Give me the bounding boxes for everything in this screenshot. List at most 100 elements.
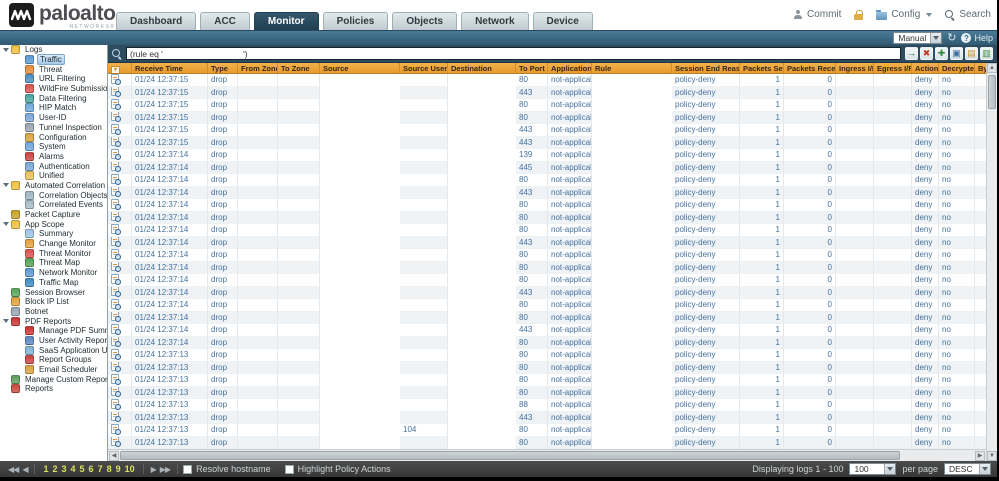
log-detail-magnifier-icon[interactable] xyxy=(111,137,119,147)
config-menu-button[interactable]: Config xyxy=(876,9,932,20)
prev-page-button[interactable]: ◀ xyxy=(22,465,27,474)
sidebar-item-packet-capture[interactable]: Packet Capture xyxy=(0,210,107,220)
table-row[interactable]: 01/24 12:37:14drop80not-applicablepolicy… xyxy=(108,174,997,187)
sidebar-item-threat-map[interactable]: Threat Map xyxy=(0,258,107,268)
column-header-from_zone[interactable]: From Zone xyxy=(238,63,278,73)
log-detail-magnifier-icon[interactable] xyxy=(111,299,119,309)
sort-order-dropdown-icon[interactable] xyxy=(979,464,990,474)
table-row[interactable]: 01/24 12:37:14drop80not-applicablepolicy… xyxy=(108,224,997,237)
column-header-packets_sent[interactable]: Packets Sent xyxy=(740,63,784,73)
table-row[interactable]: 01/24 12:37:14drop80not-applicablepolicy… xyxy=(108,337,997,350)
sidebar-item-botnet[interactable]: Botnet xyxy=(0,307,107,317)
page-number-7[interactable]: 7 xyxy=(98,464,103,474)
log-detail-magnifier-icon[interactable] xyxy=(111,399,119,409)
sidebar-item-tunnel-inspection[interactable]: Tunnel Inspection xyxy=(0,123,107,133)
column-header-source[interactable]: Source xyxy=(320,63,400,73)
vertical-scroll-thumb[interactable] xyxy=(988,75,996,109)
column-chooser-icon[interactable]: ▾ xyxy=(111,66,120,73)
page-number-1[interactable]: 1 xyxy=(43,464,48,474)
column-header-packets_received[interactable]: Packets Received xyxy=(784,63,836,73)
sidebar-item-authentication[interactable]: Authentication xyxy=(0,161,107,171)
sort-order-select[interactable]: DESC xyxy=(944,463,991,475)
log-detail-magnifier-icon[interactable] xyxy=(111,412,119,422)
sidebar-item-block-ip-list[interactable]: Block IP List xyxy=(0,297,107,307)
sidebar-item-app-scope[interactable]: App Scope xyxy=(0,219,107,229)
column-header-rule[interactable]: Rule xyxy=(592,63,672,73)
page-number-3[interactable]: 3 xyxy=(62,464,67,474)
table-row[interactable]: 01/24 12:37:13drop80not-applicablepolicy… xyxy=(108,362,997,375)
last-page-button[interactable]: ▶▶ xyxy=(160,465,170,474)
table-row[interactable]: 01/24 12:37:13drop80not-applicablepolicy… xyxy=(108,374,997,387)
log-detail-magnifier-icon[interactable] xyxy=(111,74,119,84)
sidebar-item-traffic[interactable]: Traffic xyxy=(0,55,107,65)
refresh-mode-dropdown-icon[interactable] xyxy=(930,33,941,43)
table-row[interactable]: 01/24 12:37:14drop443not-applicablepolic… xyxy=(108,324,997,337)
column-header-to_port[interactable]: To Port xyxy=(516,63,548,73)
expand-arrow-icon[interactable] xyxy=(3,183,9,187)
table-row[interactable]: 01/24 12:37:14drop80not-applicablepolicy… xyxy=(108,249,997,262)
filter-query-input[interactable] xyxy=(126,47,901,60)
table-row[interactable]: 01/24 12:37:13drop80not-applicablepolicy… xyxy=(108,349,997,362)
scroll-left-icon[interactable]: ◀ xyxy=(109,451,119,461)
column-header-egress_if[interactable]: Egress I/F xyxy=(874,63,912,73)
column-header-decrypted[interactable]: Decrypted xyxy=(939,63,975,73)
add-filter-icon[interactable]: ✚ xyxy=(935,47,948,60)
sidebar-item-user-activity-report[interactable]: User Activity Report xyxy=(0,336,107,346)
tab-device[interactable]: Device xyxy=(533,12,593,30)
column-header-detail[interactable]: ▾ xyxy=(108,63,132,73)
highlight-policy-actions-checkbox[interactable] xyxy=(285,465,294,474)
log-detail-magnifier-icon[interactable] xyxy=(111,249,119,259)
table-row[interactable]: 01/24 12:37:13drop80not-applicablepolicy… xyxy=(108,437,997,450)
log-detail-magnifier-icon[interactable] xyxy=(111,187,119,197)
table-row[interactable]: 01/24 12:37:13drop88not-applicablepolicy… xyxy=(108,399,997,412)
column-header-session_end_reason[interactable]: Session End Reason xyxy=(672,63,740,73)
expand-arrow-icon[interactable] xyxy=(3,319,9,323)
log-detail-magnifier-icon[interactable] xyxy=(111,349,119,359)
log-detail-magnifier-icon[interactable] xyxy=(111,437,119,447)
sidebar-item-configuration[interactable]: Configuration xyxy=(0,132,107,142)
table-row[interactable]: 01/24 12:37:13drop80not-applicablepolicy… xyxy=(108,387,997,400)
apply-filter-icon[interactable]: → xyxy=(905,47,918,60)
page-number-6[interactable]: 6 xyxy=(89,464,94,474)
sidebar-item-user-id[interactable]: User-ID xyxy=(0,113,107,123)
log-detail-magnifier-icon[interactable] xyxy=(111,149,119,159)
log-detail-magnifier-icon[interactable] xyxy=(111,224,119,234)
table-row[interactable]: 01/24 12:37:14drop80not-applicablepolicy… xyxy=(108,199,997,212)
sidebar-item-traffic-map[interactable]: Traffic Map xyxy=(0,278,107,288)
log-detail-magnifier-icon[interactable] xyxy=(111,124,119,134)
sidebar-item-session-browser[interactable]: Session Browser xyxy=(0,287,107,297)
table-row[interactable]: 01/24 12:37:14drop443not-applicablepolic… xyxy=(108,237,997,250)
sidebar-item-correlated-events[interactable]: Correlated Events xyxy=(0,200,107,210)
horizontal-scroll-thumb[interactable] xyxy=(120,451,900,460)
resolve-hostname-option[interactable]: Resolve hostname xyxy=(183,464,271,474)
tab-policies[interactable]: Policies xyxy=(323,12,389,30)
sidebar-item-automated-correlation-engine[interactable]: Automated Correlation Engine xyxy=(0,181,107,191)
table-row[interactable]: 01/24 12:37:14drop80not-applicablepolicy… xyxy=(108,274,997,287)
global-search-button[interactable]: Search xyxy=(945,9,991,20)
tab-monitor[interactable]: Monitor xyxy=(254,12,319,30)
sidebar-item-alarms[interactable]: Alarms xyxy=(0,152,107,162)
column-header-action[interactable]: Action xyxy=(912,63,939,73)
sidebar-item-change-monitor[interactable]: Change Monitor xyxy=(0,239,107,249)
table-row[interactable]: 01/24 12:37:14drop80not-applicablepolicy… xyxy=(108,312,997,325)
sidebar-item-saas-application-usage[interactable]: SaaS Application Usage xyxy=(0,345,107,355)
page-number-4[interactable]: 4 xyxy=(71,464,76,474)
log-detail-magnifier-icon[interactable] xyxy=(111,312,119,322)
table-row[interactable]: 01/24 12:37:15drop80not-applicablepolicy… xyxy=(108,74,997,87)
table-row[interactable]: 01/24 12:37:14drop445not-applicablepolic… xyxy=(108,162,997,175)
sidebar-item-correlation-objects[interactable]: Correlation Objects xyxy=(0,190,107,200)
log-detail-magnifier-icon[interactable] xyxy=(111,174,119,184)
scroll-down-icon[interactable]: ▼ xyxy=(987,451,997,461)
column-header-application[interactable]: Application xyxy=(548,63,592,73)
sidebar-item-system[interactable]: System xyxy=(0,142,107,152)
log-detail-magnifier-icon[interactable] xyxy=(111,212,119,222)
page-number-10[interactable]: 10 xyxy=(125,464,135,474)
log-detail-magnifier-icon[interactable] xyxy=(111,99,119,109)
next-page-button[interactable]: ▶ xyxy=(151,465,156,474)
log-detail-magnifier-icon[interactable] xyxy=(111,374,119,384)
load-filter-icon[interactable]: ▤ xyxy=(965,47,978,60)
highlight-policy-actions-option[interactable]: Highlight Policy Actions xyxy=(285,464,391,474)
sidebar-item-manage-custom-reports[interactable]: Manage Custom Reports xyxy=(0,374,107,384)
column-header-type[interactable]: Type xyxy=(208,63,238,73)
table-row[interactable]: 01/24 12:37:14drop80not-applicablepolicy… xyxy=(108,212,997,225)
